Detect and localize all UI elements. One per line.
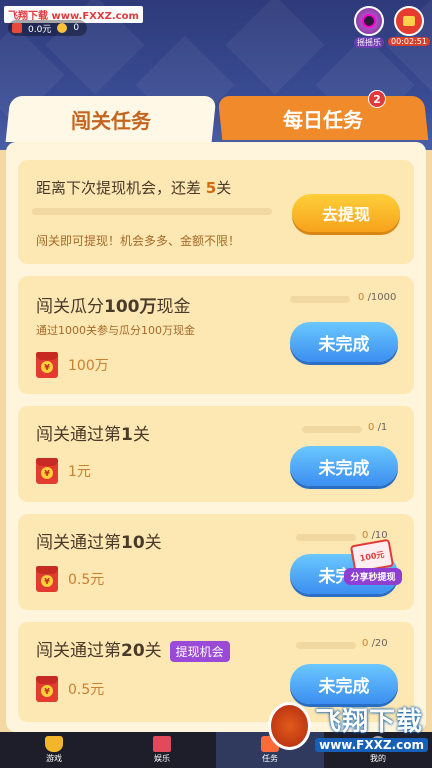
task-progress-total: /1 bbox=[377, 422, 388, 433]
withdraw-title: 距离下次提现机会，还差 5关 bbox=[36, 177, 231, 198]
timed-gift-button[interactable]: 00:02:51 bbox=[388, 6, 430, 48]
task-progress-total: /1000 bbox=[367, 292, 397, 303]
task-card: 闯关瓜分100万现金 0 /1000 通过1000关参与瓜分100万现金 ¥ 1… bbox=[18, 276, 414, 394]
task-title-post: 关 bbox=[132, 425, 150, 445]
task-title: 闯关瓜分100万现金 bbox=[36, 292, 191, 317]
coin-value: 0 bbox=[73, 23, 80, 33]
tab-daily-tasks[interactable]: 每日任务 bbox=[217, 96, 429, 140]
task-title-post: 关 bbox=[144, 641, 162, 661]
tab-daily-tasks-label: 每日任务 bbox=[283, 107, 363, 132]
task-title-num: 10 bbox=[121, 533, 145, 553]
task-reward-amount: 1元 bbox=[68, 464, 91, 480]
task-progress-text: 0 /1000 bbox=[358, 292, 396, 303]
withdraw-title-prefix: 距离下次提现机会，还差 bbox=[36, 179, 206, 197]
task-progress-bar bbox=[296, 642, 356, 649]
shake-game-button[interactable]: 摇摇乐 bbox=[352, 6, 386, 48]
share-withdraw-label: 分享秒提现 bbox=[344, 568, 402, 585]
nav-item-entertainment[interactable]: 娱乐 bbox=[108, 732, 216, 768]
withdraw-card: 距离下次提现机会，还差 5关 闯关即可提现！机会多多、金额不限！ 去提现 bbox=[18, 160, 414, 264]
task-progress-bar bbox=[290, 296, 350, 303]
task-title-pre: 闯关瓜分 bbox=[36, 297, 104, 317]
task-title-pre: 闯关通过第 bbox=[36, 641, 121, 661]
task-title-post: 现金 bbox=[156, 297, 191, 317]
task-title-pre: 闯关通过第 bbox=[36, 425, 121, 445]
nav-label: 游戏 bbox=[46, 754, 62, 763]
shake-label: 摇摇乐 bbox=[354, 37, 384, 48]
nav-label: 娱乐 bbox=[154, 754, 170, 763]
task-reward-amount: 100万 bbox=[68, 358, 109, 374]
task-card: 闯关通过第1关 0 /1 ¥ 1元 未完成 bbox=[18, 406, 414, 502]
top-right-actions: 摇摇乐 00:02:51 bbox=[352, 6, 430, 48]
withdraw-chance-tag: 提现机会 bbox=[169, 640, 230, 662]
task-panel: 距离下次提现机会，还差 5关 闯关即可提现！机会多多、金额不限！ 去提现 闯关瓜… bbox=[6, 142, 426, 732]
task-reward: ¥ 1元 bbox=[36, 458, 91, 484]
task-title-num: 100万 bbox=[104, 297, 157, 317]
status-bar: 0.0元 0 bbox=[8, 20, 88, 36]
task-incomplete-button[interactable]: 未完成 bbox=[290, 322, 398, 362]
watermark-url: www.FXXZ.com bbox=[315, 737, 428, 752]
nav-item-games[interactable]: 游戏 bbox=[0, 732, 108, 768]
task-subtitle: 通过1000关参与瓜分100万现金 bbox=[36, 324, 195, 337]
withdraw-levels-remaining: 5 bbox=[205, 179, 217, 197]
red-envelope-icon: ¥ bbox=[36, 676, 58, 702]
watermark-bottom: 飞翔下载 www.FXXZ.com bbox=[268, 694, 428, 758]
coin-icon bbox=[57, 23, 68, 33]
task-reward-amount: 0.5元 bbox=[68, 572, 105, 588]
red-envelope-icon: ¥ bbox=[36, 566, 58, 592]
daily-tasks-badge: 2 bbox=[368, 90, 386, 108]
task-title: 闯关通过第1关 bbox=[36, 420, 150, 445]
watermark-logo-icon bbox=[268, 702, 312, 750]
task-incomplete-button[interactable]: 未完成 bbox=[290, 446, 398, 486]
task-reward: ¥ 100万 bbox=[36, 352, 109, 378]
withdraw-progress-bar bbox=[32, 208, 272, 215]
gift-icon bbox=[153, 736, 171, 752]
withdraw-title-suffix: 关 bbox=[216, 179, 232, 197]
task-title-pre: 闯关通过第 bbox=[36, 533, 121, 553]
task-progress-bar bbox=[296, 534, 356, 541]
task-tabs: 闯关任务 每日任务 2 bbox=[0, 90, 432, 146]
red-envelope-icon: ¥ bbox=[36, 458, 58, 484]
withdraw-note: 闯关即可提现！机会多多、金额不限！ bbox=[36, 234, 241, 248]
task-progress-text: 0 /1 bbox=[368, 422, 387, 433]
gift-timer: 00:02:51 bbox=[388, 37, 430, 46]
task-progress-text: 0 /20 bbox=[362, 638, 388, 649]
red-envelope-icon: ¥ bbox=[36, 352, 58, 378]
task-progress-total: /20 bbox=[371, 638, 388, 649]
gift-icon bbox=[394, 6, 424, 36]
shake-icon bbox=[354, 6, 384, 36]
task-title: 闯关通过第20关 提现机会 bbox=[36, 636, 230, 662]
tab-level-tasks-label: 闯关任务 bbox=[71, 108, 151, 133]
task-title: 闯关通过第10关 bbox=[36, 528, 162, 553]
watermark-title: 飞翔下载 bbox=[315, 706, 424, 737]
trophy-icon bbox=[45, 736, 63, 752]
task-progress-bar bbox=[302, 426, 362, 433]
cash-icon bbox=[12, 23, 22, 33]
task-reward-amount: 0.5元 bbox=[68, 682, 105, 698]
tab-level-tasks[interactable]: 闯关任务 bbox=[5, 96, 217, 142]
share-withdraw-float[interactable]: 100元 分享秒提现 bbox=[344, 538, 402, 588]
task-title-num: 1 bbox=[121, 425, 133, 445]
withdraw-button[interactable]: 去提现 bbox=[292, 194, 400, 232]
task-title-num: 20 bbox=[121, 641, 145, 661]
task-reward: ¥ 0.5元 bbox=[36, 676, 104, 702]
task-reward: ¥ 0.5元 bbox=[36, 566, 104, 592]
cash-value: 0.0元 bbox=[28, 24, 52, 35]
task-title-post: 关 bbox=[144, 533, 162, 553]
